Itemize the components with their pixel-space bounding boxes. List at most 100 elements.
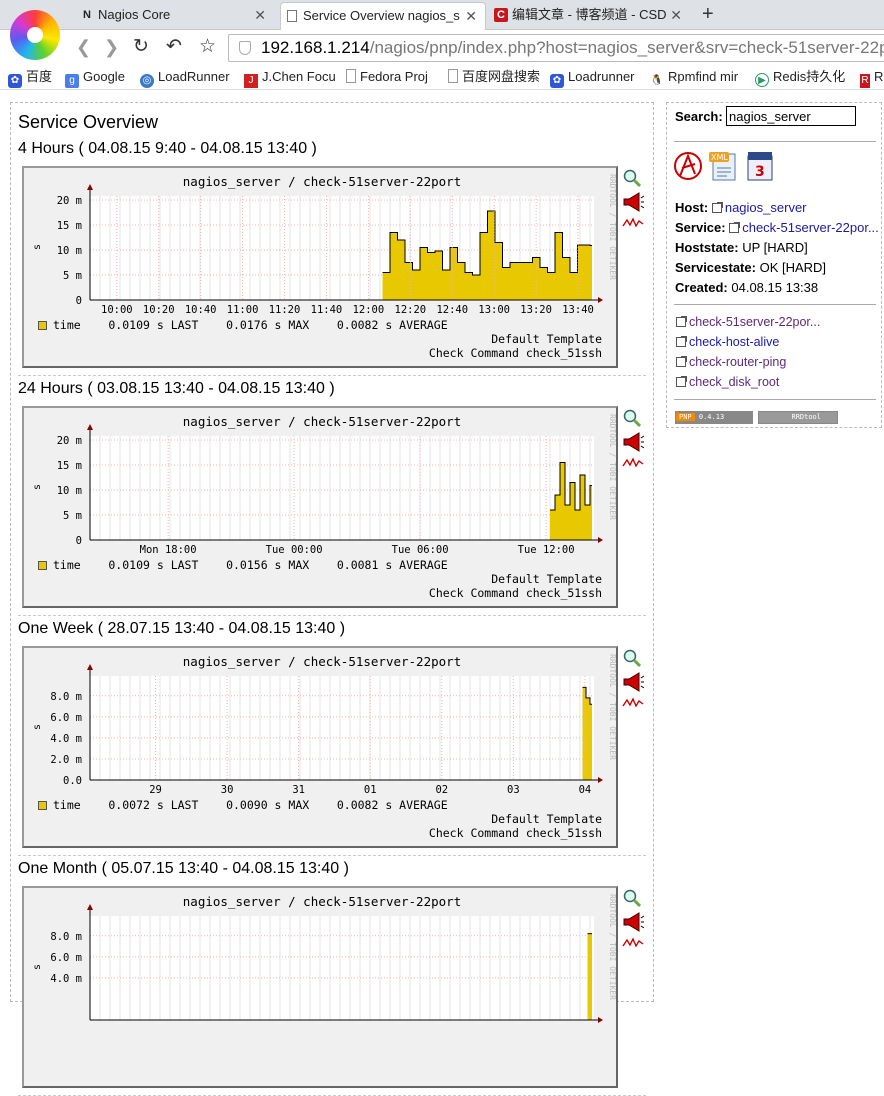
x-tick-label: 12:40 — [436, 304, 468, 316]
tab-nagios-core[interactable]: N Nagios Core ✕ — [76, 2, 274, 30]
page-icon — [346, 69, 356, 83]
y-tick-label: 2.0 m — [50, 754, 82, 766]
tab-label: Nagios Core — [98, 7, 171, 22]
y-tick-label: 0 — [76, 535, 82, 547]
external-link-icon — [729, 222, 741, 233]
service-link-item[interactable]: check-51server-22por... — [676, 315, 820, 329]
data-bar — [427, 252, 435, 300]
bookmark-baidu-pan[interactable]: 百度网盘搜索 — [448, 68, 540, 86]
browser-logo-icon[interactable] — [10, 10, 60, 60]
data-bar — [435, 251, 443, 300]
megaphone-icon[interactable] — [622, 432, 644, 452]
y-tick-label: 6.0 m — [50, 712, 82, 724]
data-bar — [525, 262, 533, 300]
close-icon[interactable]: ✕ — [666, 2, 682, 28]
bookmark-rpmfind[interactable]: 🐧 Rpmfind mir — [650, 68, 738, 88]
rrdtool-badge[interactable]: RRDtool — [758, 411, 838, 424]
back-icon[interactable]: ❮ — [76, 36, 91, 58]
rrd-graph[interactable]: nagios_server / check-51server-22port RRD… — [22, 166, 618, 368]
data-bar — [472, 275, 480, 300]
service-link-item[interactable]: check-host-alive — [676, 335, 779, 349]
close-icon[interactable]: ✕ — [254, 2, 266, 28]
megaphone-icon[interactable] — [622, 912, 644, 932]
data-bar — [517, 262, 525, 300]
graph-container: nagios_server / check-51server-22port RRD… — [18, 644, 646, 856]
rrd-graph[interactable]: nagios_server / check-51server-22port RRD… — [22, 646, 618, 848]
bookmark-label: Google — [83, 69, 125, 84]
zoom-icon[interactable] — [622, 408, 642, 428]
data-bar — [562, 257, 570, 300]
graph-line-icon[interactable] — [622, 936, 644, 950]
bookmark-r[interactable]: RR — [860, 68, 883, 88]
service-link-item[interactable]: check_disk_root — [676, 375, 779, 389]
y-tick-label: 15 m — [57, 220, 82, 232]
rrd-graph[interactable]: nagios_server / check-51server-22port RRD… — [22, 406, 618, 608]
bookmark-loadrunner[interactable]: ◎ LoadRunner — [140, 68, 230, 88]
x-tick-label: 10:00 — [101, 304, 133, 316]
x-tick-label: 01 — [364, 784, 377, 796]
host-link[interactable]: nagios_server — [725, 200, 807, 215]
data-bar — [510, 262, 518, 300]
megaphone-icon[interactable] — [622, 192, 644, 212]
new-tab-button[interactable]: + — [702, 2, 714, 26]
bookmark-fedora[interactable]: Fedora Proj — [346, 68, 428, 86]
data-bar — [555, 495, 560, 540]
bookmark-google[interactable]: g Google — [65, 68, 125, 88]
bookmark-label: Rpmfind mir — [668, 69, 739, 84]
plot-area — [90, 916, 594, 1020]
search-label-text: Search: — [675, 109, 723, 124]
servicestate-row: Servicestate: OK [HARD] — [675, 260, 826, 275]
tab-service-overview[interactable]: Service Overview nagios_s ✕ — [280, 2, 486, 30]
penguin-icon: 🐧 — [650, 75, 664, 86]
x-tick-label: 11:40 — [311, 304, 343, 316]
calendar-icon[interactable]: 3 — [744, 148, 778, 185]
service-link-item[interactable]: check-router-ping — [676, 355, 786, 369]
tab-csdn[interactable]: C 编辑文章 - 博客频道 - CSDN ✕ — [490, 2, 690, 30]
data-bar — [580, 475, 585, 540]
bookmark-jchen[interactable]: J J.Chen Focu — [244, 68, 336, 88]
search-input[interactable] — [726, 106, 856, 126]
hoststate-row: Hoststate: UP [HARD] — [675, 240, 808, 255]
pnp-badge-label: PNP — [676, 413, 695, 421]
y-tick-label: 8.0 m — [50, 691, 82, 703]
graph-line-icon[interactable] — [622, 216, 644, 230]
x-tick-label: 13:20 — [520, 304, 552, 316]
graph-line-icon[interactable] — [622, 456, 644, 470]
x-tick-label: 12:00 — [353, 304, 385, 316]
close-icon[interactable]: ✕ — [461, 3, 477, 29]
undo-icon[interactable]: ↶ — [166, 36, 182, 58]
y-tick-label: 5 m — [63, 270, 82, 282]
pnp-badge[interactable]: PNP 0.4.13 — [675, 411, 753, 424]
legend-text: time 0.0072 s LAST 0.0090 s MAX 0.0082 s… — [53, 798, 448, 812]
service-label: Service: — [675, 220, 726, 235]
bookmark-redis[interactable]: ▶ Redis持久化 — [755, 68, 845, 87]
address-bar[interactable]: 192.168.1.214/nagios/pnp/index.php?host=… — [228, 34, 884, 62]
data-bar — [565, 505, 570, 540]
zoom-icon[interactable] — [622, 168, 642, 188]
legend-swatch — [38, 321, 47, 330]
star-icon[interactable]: ☆ — [199, 36, 216, 58]
forward-icon[interactable]: ❯ — [104, 36, 119, 58]
created-label: Created: — [675, 280, 728, 295]
bookmark-baidu[interactable]: ✿ 百度 — [8, 68, 52, 88]
rrd-graph[interactable]: nagios_server / check-51server-22port RRD… — [22, 886, 618, 1088]
data-bar — [587, 933, 590, 1020]
service-link[interactable]: check-51server-22por... — [742, 220, 879, 235]
graph-line-icon[interactable] — [622, 696, 644, 710]
graph-container: nagios_server / check-51server-22port RRD… — [18, 404, 646, 616]
zoom-icon[interactable] — [622, 648, 642, 668]
megaphone-icon[interactable] — [622, 672, 644, 692]
url-path: /nagios/pnp/index.php?host=nagios_server… — [369, 38, 884, 57]
check-command: Check Command check_51ssh — [428, 586, 602, 600]
pdf-icon[interactable] — [673, 150, 705, 185]
reload-icon[interactable]: ↻ — [133, 36, 149, 58]
bookmark-label: Redis持久化 — [773, 69, 846, 84]
xml-icon[interactable]: XML — [707, 148, 741, 185]
bookmark-loadrunner2[interactable]: ✿ Loadrunner — [550, 68, 635, 88]
data-bar — [540, 267, 548, 300]
x-tick-label: 13:40 — [562, 304, 594, 316]
x-tick-label: 29 — [149, 784, 162, 796]
external-link-icon — [676, 336, 687, 347]
j-icon: J — [244, 74, 258, 88]
zoom-icon[interactable] — [622, 888, 642, 908]
